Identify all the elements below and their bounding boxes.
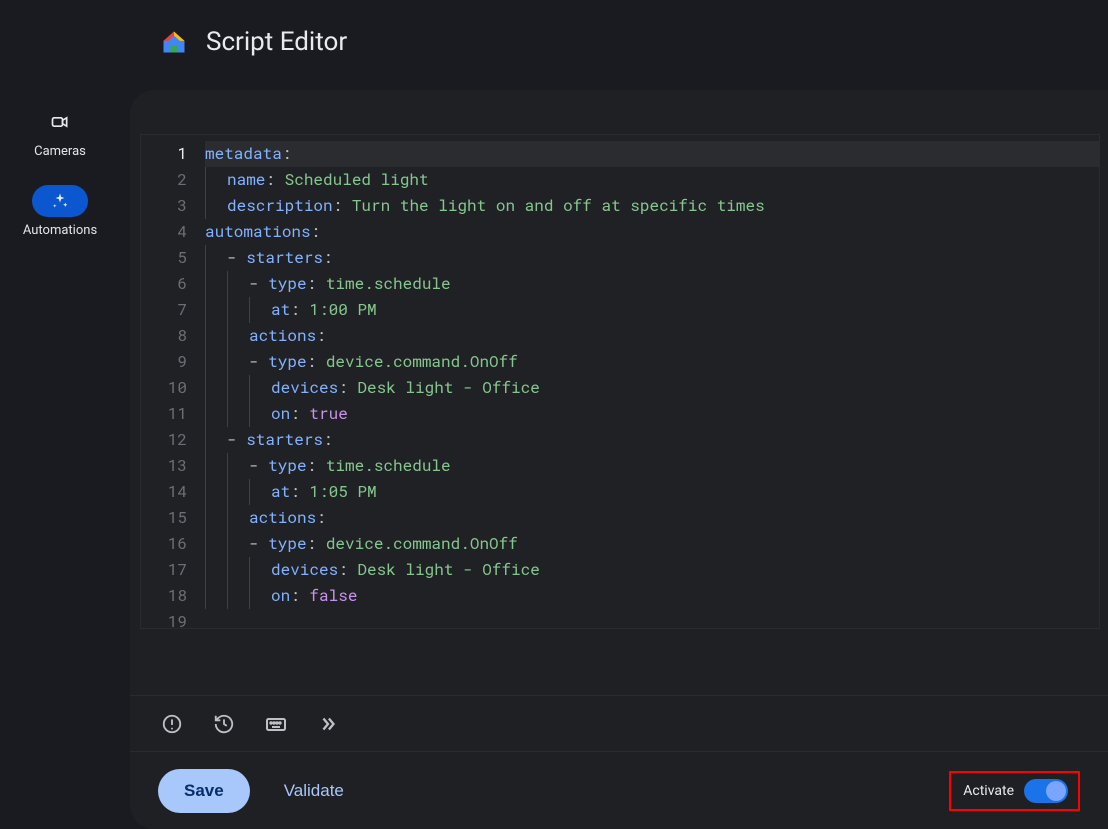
activate-toggle[interactable] (1024, 779, 1068, 803)
code-line[interactable]: actions: (205, 323, 1099, 349)
code-line[interactable]: - type: device.command.OnOff (205, 531, 1099, 557)
error-icon[interactable] (160, 712, 184, 736)
sidebar-item-cameras[interactable]: Cameras (32, 100, 88, 165)
google-home-logo-icon (160, 28, 188, 56)
editor-panel: 12345678910111213141516171819 metadata:n… (130, 90, 1108, 829)
code-line[interactable] (205, 609, 1099, 628)
activate-control: Activate (963, 779, 1068, 803)
code-line[interactable]: - type: time.schedule (205, 453, 1099, 479)
validate-button[interactable]: Validate (276, 771, 352, 811)
activate-label: Activate (963, 783, 1014, 799)
keyboard-icon[interactable] (264, 712, 288, 736)
more-icon[interactable] (316, 712, 340, 736)
code-line[interactable]: devices: Desk light - Office (205, 375, 1099, 401)
code-line[interactable]: - starters: (205, 245, 1099, 271)
code-line[interactable]: on: true (205, 401, 1099, 427)
code-line[interactable]: description: Turn the light on and off a… (205, 193, 1099, 219)
sidebar-item-label: Cameras (34, 144, 86, 159)
code-line[interactable]: on: false (205, 583, 1099, 609)
history-icon[interactable] (212, 712, 236, 736)
sparkle-icon (32, 185, 88, 217)
save-button[interactable]: Save (158, 769, 250, 813)
code-line[interactable]: devices: Desk light - Office (205, 557, 1099, 583)
editor-toolbar (130, 695, 1108, 751)
sidebar-item-automations[interactable]: Automations (23, 179, 97, 244)
code-editor[interactable]: 12345678910111213141516171819 metadata:n… (140, 134, 1100, 629)
code-line[interactable]: at: 1:05 PM (205, 479, 1099, 505)
code-line[interactable]: - type: device.command.OnOff (205, 349, 1099, 375)
page-title: Script Editor (206, 27, 347, 57)
code-line[interactable]: actions: (205, 505, 1099, 531)
camera-icon (32, 106, 88, 138)
code-content[interactable]: metadata:name: Scheduled lightdescriptio… (195, 135, 1099, 628)
code-line[interactable]: - type: time.schedule (205, 271, 1099, 297)
code-line[interactable]: at: 1:00 PM (205, 297, 1099, 323)
line-gutter: 12345678910111213141516171819 (141, 135, 195, 628)
header: Script Editor (0, 0, 1108, 82)
action-bar: Save Validate Activate (130, 751, 1108, 829)
sidebar: Cameras Automations (0, 82, 120, 829)
activate-highlight: Activate (949, 771, 1080, 811)
code-line[interactable]: automations: (205, 219, 1099, 245)
sidebar-item-label: Automations (23, 223, 97, 238)
code-line[interactable]: metadata: (205, 141, 1099, 167)
code-line[interactable]: name: Scheduled light (205, 167, 1099, 193)
toggle-knob (1046, 781, 1066, 801)
code-line[interactable]: - starters: (205, 427, 1099, 453)
